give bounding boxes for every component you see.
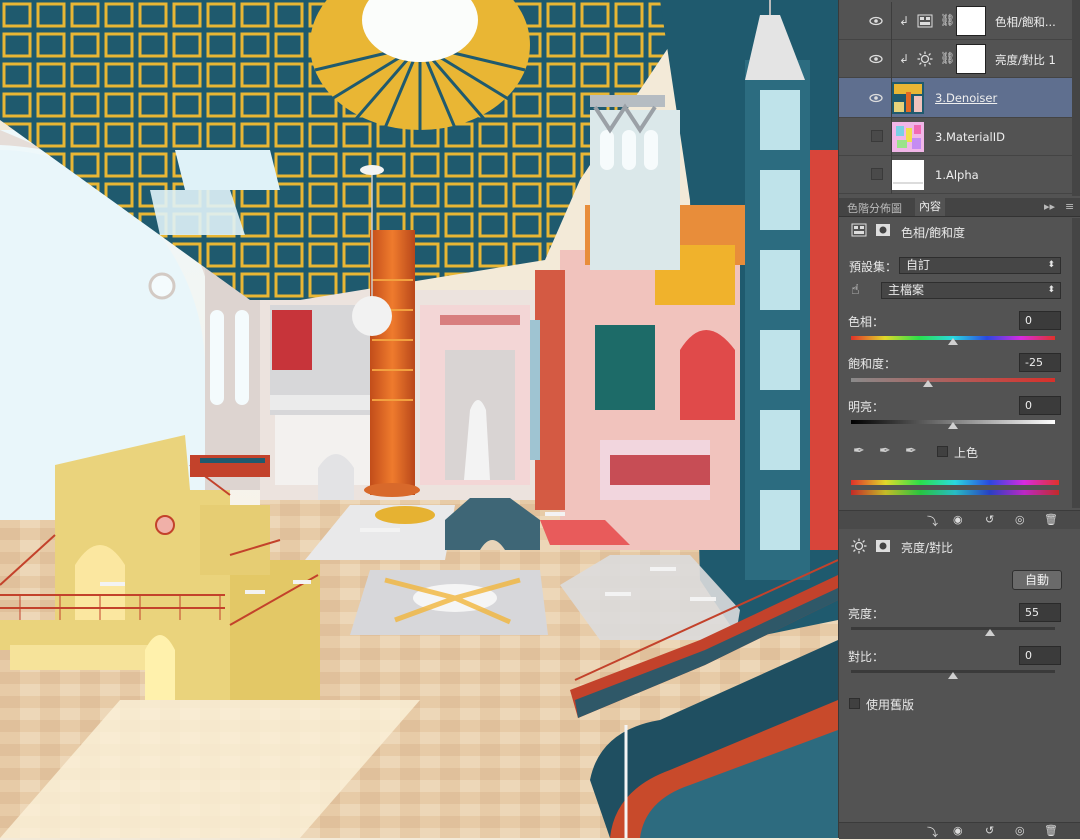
hue-input[interactable]: 0 — [1019, 311, 1061, 330]
clip-arrow-icon: ↲ — [899, 52, 910, 66]
clip-to-layer-icon[interactable]: ⤵ — [927, 513, 938, 529]
brightness-slider-thumb[interactable] — [985, 629, 996, 636]
layer-brightness-contrast[interactable]: ↲ ⛓ 亮度/對比 1 — [839, 40, 1080, 78]
layer-name: 色相/飽和... — [995, 15, 1056, 29]
visibility-toggle[interactable] — [871, 168, 883, 180]
eyedropper-plus-icon[interactable]: ✒ — [879, 443, 891, 459]
brightness-icon — [851, 538, 867, 554]
layers-scrollbar[interactable] — [1072, 0, 1080, 196]
view-previous-icon[interactable]: ◉ — [953, 824, 963, 837]
visibility-toggle[interactable] — [871, 130, 883, 142]
hue-range-bar-bottom — [851, 490, 1059, 495]
tab-properties[interactable]: 內容 — [915, 198, 945, 216]
photoshop-panel: ↲ ⛓ 色相/飽和... ↲ ⛓ 亮度/對比 1 3.Denoiser 3.Ma… — [838, 0, 1080, 839]
hue-sat-adjustment-icon — [851, 223, 867, 237]
tab-histogram[interactable]: 色階分佈圖 — [847, 200, 902, 216]
layer-thumbnail — [892, 82, 924, 114]
lightness-input[interactable]: 0 — [1019, 396, 1061, 415]
layer-material-id[interactable]: 3.MaterialID — [839, 118, 1080, 156]
eye-icon[interactable] — [869, 52, 883, 66]
target-hand-icon[interactable]: ☝ — [851, 282, 860, 298]
hue-sat-title: 色相/飽和度 — [901, 226, 966, 240]
layer-thumbnail — [892, 160, 924, 190]
layer-denoiser[interactable]: 3.Denoiser — [839, 78, 1080, 118]
layer-name: 3.Denoiser — [935, 91, 998, 105]
canvas-image — [0, 0, 838, 838]
view-previous-icon[interactable]: ◉ — [953, 513, 963, 526]
legacy-checkbox[interactable] — [849, 698, 860, 709]
visibility-icon[interactable]: ◎ — [1015, 513, 1025, 526]
colorize-label: 上色 — [954, 446, 979, 460]
trash-icon[interactable]: 🗑 — [1044, 513, 1058, 526]
layer-thumbnail — [892, 122, 924, 152]
layer-alpha[interactable]: 1.Alpha — [839, 156, 1080, 194]
channel-dropdown[interactable]: 主檔案 ⬍ — [881, 282, 1061, 299]
contrast-slider-thumb[interactable] — [948, 672, 958, 679]
hue-slider-thumb[interactable] — [948, 338, 958, 345]
colorize-checkbox[interactable] — [937, 446, 948, 457]
visibility-icon[interactable]: ◎ — [1015, 824, 1025, 837]
layer-name: 亮度/對比 1 — [995, 53, 1056, 67]
contrast-label: 對比： — [848, 650, 885, 664]
layer-hue-saturation[interactable]: ↲ ⛓ 色相/飽和... — [839, 2, 1080, 40]
eyedropper-minus-icon[interactable]: ✒ — [905, 443, 917, 459]
layer-mask-thumbnail — [956, 44, 986, 74]
hue-label: 色相： — [848, 315, 885, 329]
layer-name: 1.Alpha — [935, 168, 979, 182]
clip-arrow-icon: ↲ — [899, 14, 910, 28]
mask-icon[interactable] — [875, 223, 891, 237]
brightness-input[interactable]: 55 — [1019, 603, 1061, 622]
updown-arrow-icon: ⬍ — [1047, 260, 1055, 270]
link-icon[interactable]: ⛓ — [940, 13, 955, 27]
panel-collapse-icon[interactable]: ▸▸ — [1044, 200, 1055, 213]
preset-label: 預設集： — [849, 260, 898, 274]
brightness-icon — [917, 51, 933, 67]
legacy-label: 使用舊版 — [866, 698, 915, 712]
contrast-input[interactable]: 0 — [1019, 646, 1061, 665]
layer-mask-thumbnail — [956, 6, 986, 36]
saturation-slider-track[interactable] — [851, 378, 1055, 382]
eye-icon[interactable] — [869, 91, 883, 105]
lightness-slider-thumb[interactable] — [948, 422, 958, 429]
reset-icon[interactable]: ↺ — [985, 513, 994, 526]
brightness-contrast-title: 亮度/對比 — [901, 541, 954, 555]
saturation-input[interactable]: -25 — [1019, 353, 1061, 372]
hue-sat-adjustment-icon — [917, 14, 933, 28]
brightness-label: 亮度： — [848, 607, 885, 621]
properties-toolbar: ⤵ ◉ ↺ ◎ 🗑 — [839, 510, 1080, 529]
brightness-slider-track[interactable] — [851, 627, 1055, 630]
eye-icon[interactable] — [869, 14, 883, 28]
trash-icon[interactable]: 🗑 — [1044, 824, 1058, 837]
saturation-label: 飽和度： — [848, 357, 897, 371]
preset-value: 自訂 — [906, 258, 931, 272]
properties-toolbar-bottom: ⤵ ◉ ↺ ◎ 🗑 — [839, 822, 1080, 839]
mask-icon[interactable] — [875, 539, 891, 553]
layer-name: 3.MaterialID — [935, 130, 1005, 144]
auto-button[interactable]: 自動 — [1012, 570, 1062, 590]
panel-menu-icon[interactable]: ≡ — [1065, 200, 1074, 213]
atrium-render — [0, 0, 838, 838]
properties-tabs: 色階分佈圖 內容 ▸▸ ≡ — [839, 198, 1080, 217]
preset-dropdown[interactable]: 自訂 ⬍ — [899, 257, 1061, 274]
properties-scrollbar[interactable] — [1072, 218, 1080, 508]
reset-icon[interactable]: ↺ — [985, 824, 994, 837]
lightness-label: 明亮： — [848, 400, 885, 414]
saturation-slider-thumb[interactable] — [922, 380, 933, 387]
eyedropper-icon[interactable]: ✒ — [853, 443, 865, 459]
hue-range-bar-top — [851, 480, 1059, 485]
link-icon[interactable]: ⛓ — [940, 51, 955, 65]
updown-arrow-icon: ⬍ — [1047, 285, 1055, 295]
channel-value: 主檔案 — [888, 283, 925, 297]
